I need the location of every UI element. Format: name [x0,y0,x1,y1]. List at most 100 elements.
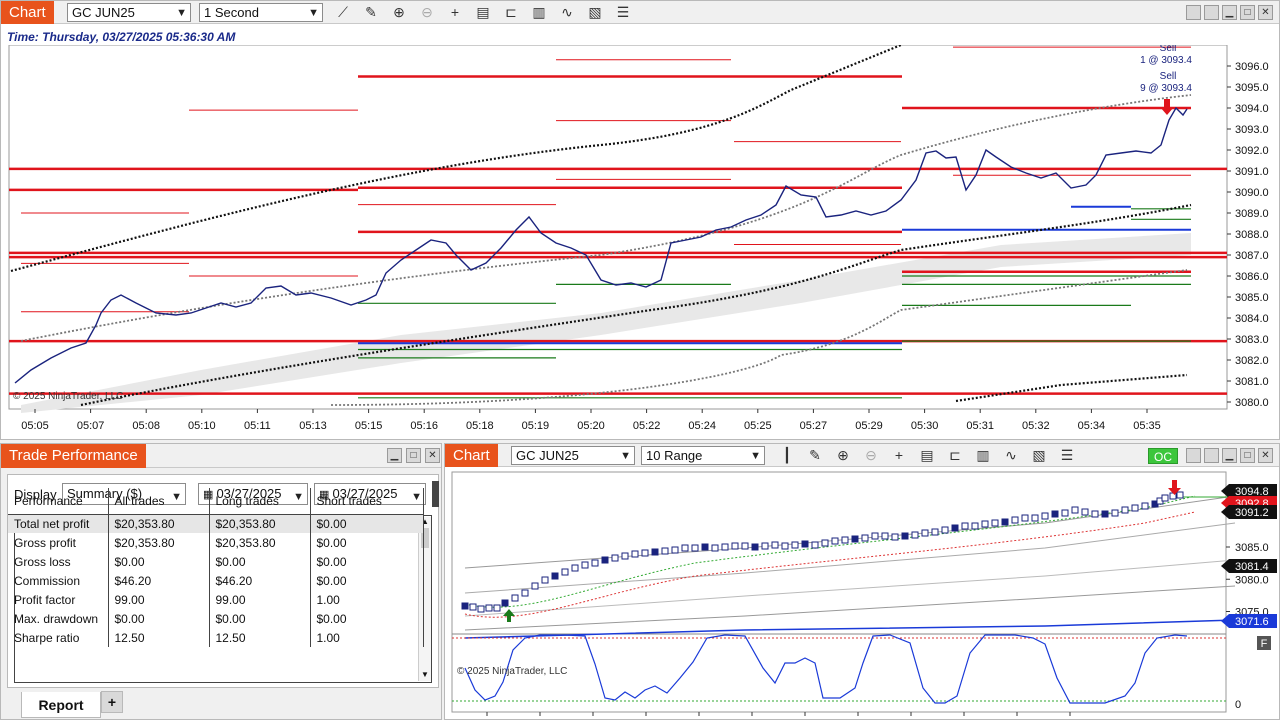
zoom-out-icon[interactable]: ⊖ [861,446,881,465]
chart-tab-label[interactable]: Chart [445,444,498,467]
range-bar [1131,504,1139,512]
table-row[interactable]: Total net profit $20,353.80 $20,353.80 $0.0… [8,514,424,533]
x-tick-label: 05:11 [244,420,271,432]
instrument-selector[interactable]: GC JUN25 ▼ [67,3,191,22]
line-chart-icon[interactable]: ⟋ [333,3,353,22]
minimize-icon[interactable]: ▁ [1222,448,1237,463]
table-cell: Total net profit [8,514,109,533]
range-bar [711,544,719,552]
range-bar [571,564,579,572]
range-bar [493,604,501,612]
crosshair-icon[interactable]: + [445,3,465,22]
table-cell: $0.00 [310,552,424,571]
list-icon[interactable]: ☰ [1057,446,1077,465]
maximize-icon[interactable]: □ [406,448,421,463]
table-cell: Max. drawdown [8,609,109,628]
instrument-selector[interactable]: GC JUN25 ▼ [511,446,635,465]
table-cell: $20,353.80 [108,514,210,533]
properties-icon[interactable]: ▤ [917,446,937,465]
top-price-chart[interactable]: 3096.0 3095.0 3094.0 3093.0 3092.0 3091.0 3090… [1,45,1280,440]
pencil-icon[interactable]: ✎ [805,446,825,465]
range-bar [991,519,999,527]
execution-detail-label: 1 @ 3093.4 [1140,55,1192,66]
table-row[interactable]: Max. drawdown $0.00 $0.00 $0.00 [8,609,424,628]
table-row[interactable]: Profit factor 99.00 99.00 1.00 [8,590,424,609]
range-bar [531,582,539,590]
zoom-in-icon[interactable]: ⊕ [389,3,409,22]
close-icon[interactable]: ✕ [1258,5,1273,20]
range-bar [731,542,739,550]
y-tick-label: 3094.0 [1235,103,1269,115]
add-tab-button[interactable]: + [101,691,123,713]
table-cell: $20,353.80 [209,533,311,552]
trade-performance-title: Trade Performance [1,444,146,468]
interval-value: 10 Range [646,448,703,463]
trade-performance-titlebar: Trade Performance ▁ □ ✕ [1,444,441,468]
window-pin-icon[interactable] [1186,5,1201,20]
maximize-icon[interactable]: □ [1240,448,1255,463]
indicators-icon[interactable]: ∿ [557,3,577,22]
close-icon[interactable]: ✕ [425,448,440,463]
y-tick-label: 3083.0 [1235,334,1269,346]
y-tick-label: 3090.0 [1235,187,1269,199]
indicators-icon[interactable]: ∿ [1001,446,1021,465]
table-row[interactable]: Sharpe ratio 12.50 12.50 1.00 [8,628,424,647]
window-link-icon[interactable] [1204,5,1219,20]
range-bar [881,532,889,540]
x-tick-label: 05:25 [744,420,772,432]
price-flag-label: 3091.2 [1235,507,1269,519]
strategies-icon[interactable]: ▧ [585,3,605,22]
range-bar [891,533,899,541]
toolbar-scroll[interactable] [432,481,439,507]
range-bar [551,572,559,580]
pencil-icon[interactable]: ✎ [361,3,381,22]
minimize-icon[interactable]: ▁ [387,448,402,463]
minimize-icon[interactable]: ▁ [1222,5,1237,20]
bar-style-icon[interactable]: ┃ [777,446,797,465]
oc-button[interactable]: OC [1148,448,1178,464]
window-pin-icon[interactable] [1186,448,1201,463]
table-cell: $0.00 [108,552,210,571]
range-bar [971,522,979,530]
column-header[interactable]: Performance [8,488,109,515]
data-box-icon[interactable]: ▥ [973,446,993,465]
properties-icon[interactable]: ▤ [473,3,493,22]
interval-selector[interactable]: 1 Second ▼ [199,3,323,22]
zoom-out-icon[interactable]: ⊖ [417,3,437,22]
zoom-in-icon[interactable]: ⊕ [833,446,853,465]
y-tick-label: 3087.0 [1235,250,1269,262]
crosshair-icon[interactable]: + [889,446,909,465]
strategies-icon[interactable]: ▧ [1029,446,1049,465]
data-box-icon[interactable]: ▥ [529,3,549,22]
table-row[interactable]: Gross profit $20,353.80 $20,353.80 $0.00 [8,533,424,552]
range-bar [1001,518,1009,526]
chart-timestamp: Time: Thursday, 03/27/2025 05:36:30 AM [7,30,236,44]
top-chart-window: Chart GC JUN25 ▼ 1 Second ▼ ⟋ ✎ ⊕ ⊖ + ▤ ⊏ … [0,0,1280,440]
interval-selector[interactable]: 10 Range ▼ [641,446,765,465]
chart-style-icon[interactable]: ⊏ [945,446,965,465]
close-icon[interactable]: ✕ [1258,448,1273,463]
performance-table: Performance All trades Long trades Short… [8,488,424,647]
column-header[interactable]: All trades [108,488,210,515]
column-header[interactable]: Short trades [310,488,424,515]
table-row[interactable]: Gross loss $0.00 $0.00 $0.00 [8,552,424,571]
range-bar [511,594,519,602]
range-bar [1011,516,1019,524]
tab-report[interactable]: Report [21,692,101,718]
bottom-range-chart[interactable]: 3085.03080.03075.00 3094.83092.83091.230… [445,468,1280,720]
chart-copyright: © 2025 NinjaTrader, LLC [13,391,123,402]
maximize-icon[interactable]: □ [1240,5,1255,20]
range-bar [469,603,477,611]
column-header[interactable]: Long trades [209,488,311,515]
scroll-down-icon[interactable]: ▼ [419,670,431,679]
range-bar [751,543,759,551]
y-tick-label: 3081.0 [1235,376,1269,388]
x-tick-label: 05:05 [21,420,49,432]
table-row[interactable]: Commission $46.20 $46.20 $0.00 [8,571,424,590]
range-bar [591,559,599,567]
x-tick-label: 05:24 [688,420,716,432]
window-link-icon[interactable] [1204,448,1219,463]
list-icon[interactable]: ☰ [613,3,633,22]
bar-style-icon[interactable]: ⊏ [501,3,521,22]
chart-tab-label[interactable]: Chart [1,1,54,24]
